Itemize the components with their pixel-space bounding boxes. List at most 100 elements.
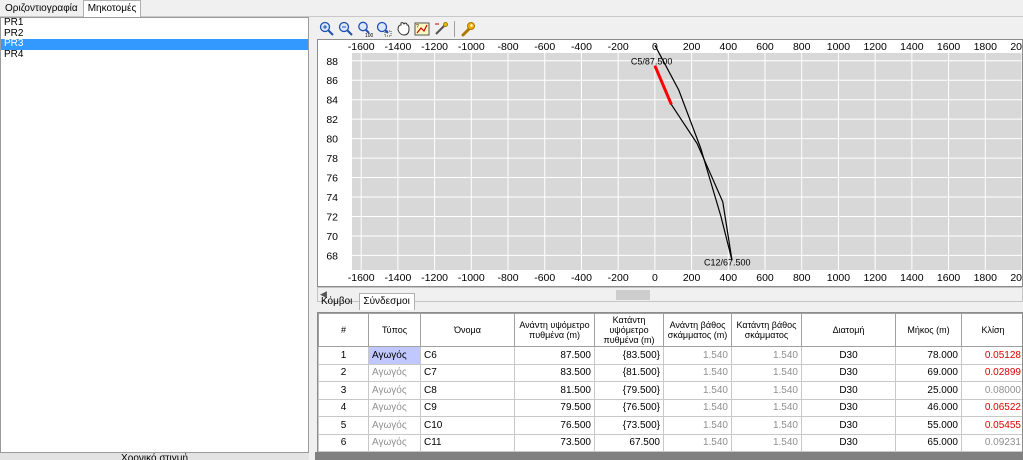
up-elev-cell[interactable]: 81.500: [514, 381, 595, 400]
col-header-down-elev[interactable]: Κατάντη υψόμετρο πυθμένα (m): [594, 313, 664, 347]
length-cell[interactable]: 78.000: [895, 346, 962, 365]
down-elev-cell[interactable]: {79.500}: [594, 381, 664, 400]
table-row[interactable]: 4 Αγωγός C9 79.500 {76.500} 1.540 1.540 …: [318, 398, 1022, 417]
tab-links[interactable]: Σύνδεσμοι: [359, 293, 415, 310]
row-number: 3: [318, 381, 369, 400]
profile-item-pr1[interactable]: PR1: [1, 18, 308, 29]
tab-horizontal-plan[interactable]: Οριζοντιογραφία: [0, 0, 83, 16]
row-number: 1: [318, 346, 369, 365]
up-depth-cell[interactable]: 1.540: [663, 416, 732, 435]
profile-item-pr3[interactable]: PR3: [1, 39, 308, 50]
profile-item-pr4[interactable]: PR4: [1, 49, 308, 61]
up-elev-cell[interactable]: 73.500: [514, 433, 595, 452]
up-depth-cell[interactable]: 1.540: [663, 433, 732, 452]
col-header-up-elev[interactable]: Ανάντη υψόμετρο πυθμένα (m): [514, 313, 595, 347]
y-tick-label: 72: [326, 211, 338, 223]
x-tick-label-bottom: 1400: [900, 272, 924, 284]
col-header-name[interactable]: Όνομα: [420, 313, 515, 347]
properties-icon[interactable]: [433, 21, 449, 37]
row-number: 6: [318, 433, 369, 452]
name-cell[interactable]: C6: [420, 346, 515, 365]
section-cell[interactable]: D30: [801, 381, 896, 400]
type-cell[interactable]: Αγωγός: [368, 433, 421, 452]
zoom-out-icon[interactable]: [338, 21, 354, 37]
type-cell[interactable]: Αγωγός: [368, 346, 421, 365]
col-header-up-depth[interactable]: Ανάντη βάθος σκάμματος (m): [663, 313, 732, 347]
y-tick-label: 70: [326, 231, 338, 243]
down-depth-cell[interactable]: 1.540: [731, 416, 802, 435]
time-step-button[interactable]: Χρονικό στιγμή: [0, 452, 309, 460]
down-depth-cell[interactable]: 1.540: [731, 398, 802, 417]
section-cell[interactable]: D30: [801, 398, 896, 417]
length-cell[interactable]: 69.000: [895, 363, 962, 382]
x-tick-label-top: -200: [608, 41, 629, 53]
name-cell[interactable]: C11: [420, 433, 515, 452]
length-cell[interactable]: 46.000: [895, 398, 962, 417]
section-cell[interactable]: D30: [801, 416, 896, 435]
type-cell[interactable]: Αγωγός: [368, 381, 421, 400]
up-elev-cell[interactable]: 79.500: [514, 398, 595, 417]
y-tick-label: 88: [326, 56, 338, 68]
x-tick-label-top: -800: [498, 41, 519, 53]
table-row[interactable]: 5 Αγωγός C10 76.500 {73.500} 1.540 1.540…: [318, 416, 1022, 435]
length-cell[interactable]: 55.000: [895, 416, 962, 435]
col-header-slope[interactable]: Κλίση: [961, 313, 1022, 347]
x-tick-label-bottom: -200: [608, 272, 629, 284]
pan-icon[interactable]: [395, 21, 411, 37]
name-cell[interactable]: C9: [420, 398, 515, 417]
table-row[interactable]: 2 Αγωγός C7 83.500 {81.500} 1.540 1.540 …: [318, 363, 1022, 382]
up-elev-cell[interactable]: 83.500: [514, 363, 595, 382]
col-header-type[interactable]: Τύπος: [368, 313, 421, 347]
zoom-100-icon[interactable]: 100: [357, 21, 373, 37]
down-elev-cell[interactable]: {73.500}: [594, 416, 664, 435]
down-elev-cell[interactable]: {81.500}: [594, 363, 664, 382]
up-depth-cell[interactable]: 1.540: [663, 363, 732, 382]
down-elev-cell[interactable]: {76.500}: [594, 398, 664, 417]
profile-chart[interactable]: -1600 -1400 -1200 -1000 -800 -600 -400 -200 0 200…: [317, 39, 1023, 287]
x-tick-label-top: 1400: [900, 41, 924, 53]
up-depth-cell[interactable]: 1.540: [663, 346, 732, 365]
down-depth-cell[interactable]: 1.540: [731, 346, 802, 365]
zoom-in-icon[interactable]: [319, 21, 335, 37]
svg-text:?: ?: [416, 24, 419, 30]
section-cell[interactable]: D30: [801, 433, 896, 452]
section-cell[interactable]: D30: [801, 346, 896, 365]
tab-nodes[interactable]: Κόμβοι: [317, 293, 357, 309]
name-cell[interactable]: C7: [420, 363, 515, 382]
chart-horizontal-scrollbar[interactable]: ◀: [317, 287, 1023, 302]
type-cell[interactable]: Αγωγός: [368, 416, 421, 435]
x-tick-label-top: -400: [571, 41, 592, 53]
type-cell[interactable]: Αγωγός: [368, 363, 421, 382]
up-elev-cell[interactable]: 76.500: [514, 416, 595, 435]
down-depth-cell[interactable]: 1.540: [731, 433, 802, 452]
settings-wrench-icon[interactable]: [460, 21, 476, 37]
section-cell[interactable]: D30: [801, 363, 896, 382]
down-elev-cell[interactable]: {83.500}: [594, 346, 664, 365]
zoom-window-icon[interactable]: [376, 21, 392, 37]
profile-item-pr2[interactable]: PR2: [1, 28, 308, 40]
length-cell[interactable]: 25.000: [895, 381, 962, 400]
zoom-extents-icon[interactable]: ?: [414, 21, 430, 37]
table-row[interactable]: 6 Αγωγός C11 73.500 67.500 1.540 1.540 D…: [318, 433, 1022, 452]
name-cell[interactable]: C8: [420, 381, 515, 400]
col-header-down-depth[interactable]: Κατάντη βάθος σκάμματος: [731, 313, 802, 347]
tab-longitudinal-profiles[interactable]: Μηκοτομές: [82, 0, 142, 17]
down-elev-cell[interactable]: 67.500: [594, 433, 664, 452]
name-cell[interactable]: C10: [420, 416, 515, 435]
scroll-thumb[interactable]: [616, 290, 650, 300]
table-row[interactable]: 1 Αγωγός C6 87.500 {83.500} 1.540 1.540 …: [318, 346, 1022, 365]
down-depth-cell[interactable]: 1.540: [731, 381, 802, 400]
length-cell[interactable]: 65.000: [895, 433, 962, 452]
col-header-num[interactable]: #: [318, 313, 369, 347]
up-depth-cell[interactable]: 1.540: [663, 398, 732, 417]
plot-area: [352, 53, 1022, 270]
type-cell[interactable]: Αγωγός: [368, 398, 421, 417]
table-row[interactable]: 3 Αγωγός C8 81.500 {79.500} 1.540 1.540 …: [318, 381, 1022, 400]
y-tick-label: 80: [326, 134, 338, 146]
x-tick-label-bottom: 600: [756, 272, 774, 284]
col-header-length[interactable]: Μήκος (m): [895, 313, 962, 347]
up-elev-cell[interactable]: 87.500: [514, 346, 595, 365]
down-depth-cell[interactable]: 1.540: [731, 363, 802, 382]
col-header-section[interactable]: Διατομή: [801, 313, 896, 347]
up-depth-cell[interactable]: 1.540: [663, 381, 732, 400]
